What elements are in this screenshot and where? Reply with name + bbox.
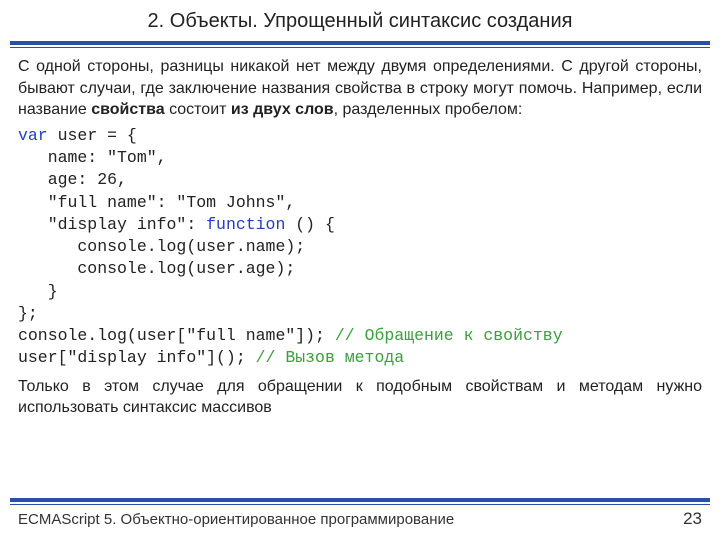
code-block: var user = { name: "Tom", age: 26, "full… (18, 125, 702, 370)
footer-row: ECMAScript 5. Объектно-ориентированное п… (0, 505, 720, 529)
code-text: user = { (48, 126, 137, 145)
content-area: С одной стороны, разницы никакой нет меж… (0, 48, 720, 540)
keyword-var: var (18, 126, 48, 145)
code-comment: // Вызов метода (256, 348, 405, 367)
title-block: 2. Объекты. Упрощенный синтаксис создани… (0, 0, 720, 39)
page-number: 23 (683, 509, 702, 529)
code-text: "full name": "Tom Johns", (18, 193, 295, 212)
code-text: user["display info"](); (18, 348, 256, 367)
slide: 2. Объекты. Упрощенный синтаксис создани… (0, 0, 720, 540)
bold-text: свойства (91, 101, 164, 118)
code-text: }; (18, 304, 38, 323)
paragraph-2: Только в этом случае для обращении к под… (18, 376, 702, 419)
code-text: console.log(user["full name"]); (18, 326, 335, 345)
text: состоит (165, 101, 231, 118)
keyword-function: function (206, 215, 285, 234)
code-text: console.log(user.name); (18, 237, 305, 256)
code-text: () { (285, 215, 335, 234)
bold-text: из двух слов (231, 101, 334, 118)
code-text: "display info": (18, 215, 206, 234)
code-text: } (18, 282, 58, 301)
code-comment: // Обращение к свойству (335, 326, 563, 345)
code-text: name: "Tom", (18, 148, 167, 167)
text: , разделенных пробелом: (334, 101, 523, 118)
footer-text: ECMAScript 5. Объектно-ориентированное п… (18, 511, 454, 528)
code-text: age: 26, (18, 170, 127, 189)
divider-thick-bottom (10, 498, 710, 502)
divider-thick-top (10, 41, 710, 45)
code-text: console.log(user.age); (18, 259, 295, 278)
footer: ECMAScript 5. Объектно-ориентированное п… (0, 498, 720, 540)
slide-title: 2. Объекты. Упрощенный синтаксис создани… (20, 10, 700, 33)
paragraph-1: С одной стороны, разницы никакой нет меж… (18, 56, 702, 121)
